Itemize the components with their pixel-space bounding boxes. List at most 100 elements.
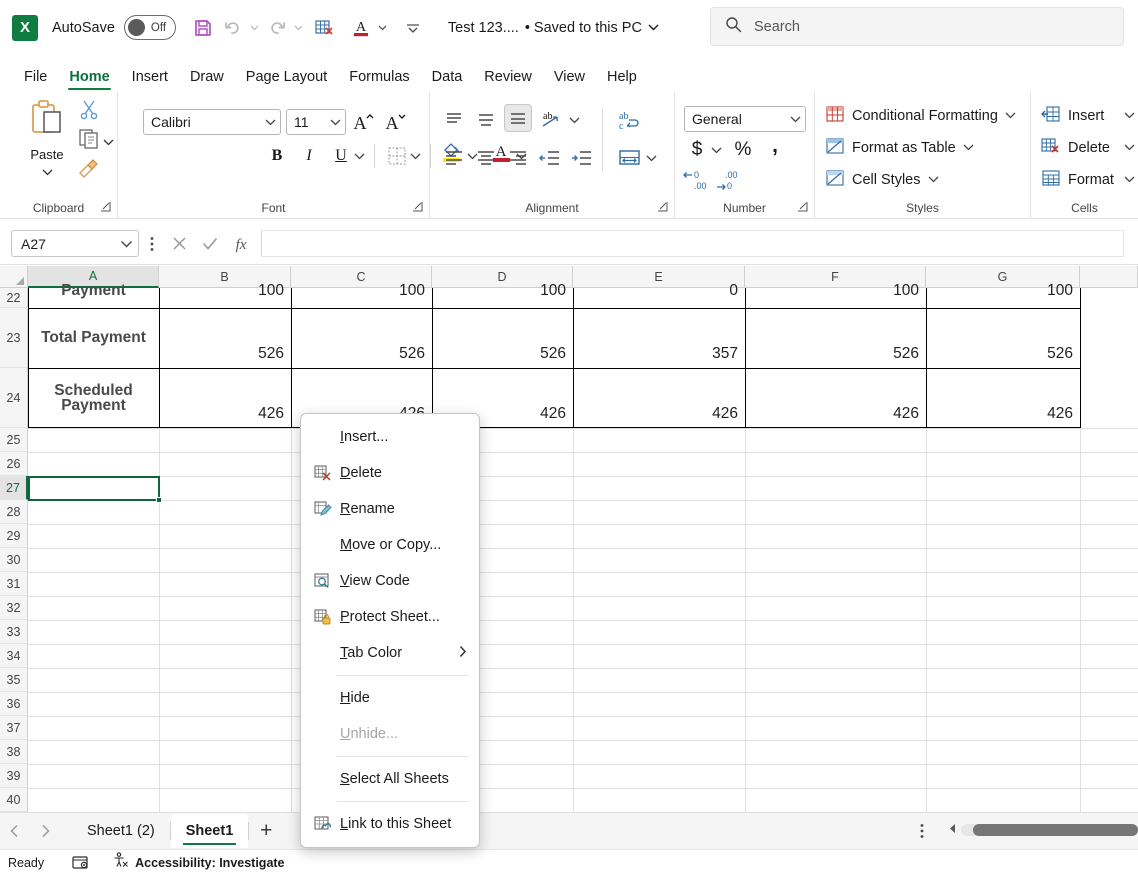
font-size-select[interactable]: 11 [286, 109, 346, 135]
align-bottom-button[interactable] [504, 104, 532, 132]
context-menu-item-hide[interactable]: Hide [301, 680, 479, 716]
orientation-button[interactable]: ab [538, 106, 566, 134]
select-all-corner[interactable] [0, 266, 28, 288]
cell-g22[interactable]: 100 [927, 274, 1079, 308]
chevron-right-icon[interactable] [30, 816, 60, 846]
cell-g23[interactable]: 526 [927, 309, 1079, 367]
cell-a22[interactable]: Payment [28, 274, 159, 308]
tab-home[interactable]: Home [58, 70, 120, 93]
row-header-29[interactable]: 29 [0, 524, 28, 548]
align-left-button[interactable] [440, 144, 468, 172]
tab-view[interactable]: View [543, 70, 596, 93]
cell-d23[interactable]: 526 [433, 309, 572, 367]
increase-decimal-button[interactable]: .000 [713, 166, 741, 194]
cell-e22[interactable]: 0 [574, 274, 744, 308]
cell-d22[interactable]: 100 [433, 274, 572, 308]
row-header-36[interactable]: 36 [0, 692, 28, 716]
format-cells-button[interactable]: Format [1041, 166, 1137, 193]
cell-c22[interactable]: 100 [292, 274, 431, 308]
row-header-33[interactable]: 33 [0, 620, 28, 644]
context-menu-item-insert[interactable]: IInsert...nsert... [301, 419, 479, 455]
cell-f23[interactable]: 526 [746, 309, 925, 367]
increase-indent-button[interactable] [568, 144, 596, 172]
format-as-table-button[interactable]: Format as Table [825, 134, 974, 161]
accounting-format-button[interactable]: $ [683, 136, 711, 164]
row-header-27[interactable]: 27 [0, 476, 28, 500]
delete-cells-button[interactable]: Delete [1041, 134, 1137, 161]
confirm-icon[interactable] [196, 230, 224, 257]
underline-dropdown-chevron-icon[interactable] [352, 142, 366, 170]
context-menu-item-delete[interactable]: Delete [301, 455, 479, 491]
row-header-38[interactable]: 38 [0, 740, 28, 764]
alignment-dialog-launcher[interactable] [657, 201, 668, 215]
format-painter-button[interactable] [76, 156, 100, 183]
percent-format-button[interactable]: % [729, 136, 757, 164]
row-header-30[interactable]: 30 [0, 548, 28, 572]
insert-cells-button[interactable]: Insert [1041, 102, 1137, 129]
name-box[interactable]: A27 [11, 230, 139, 257]
undo-icon[interactable] [218, 13, 248, 43]
column-header-h[interactable] [1080, 266, 1138, 288]
fill-handle[interactable] [156, 497, 162, 503]
context-menu-item-protect-sheet[interactable]: Protect Sheet... [301, 599, 479, 635]
sheet-options-icon[interactable] [920, 823, 924, 844]
cell-styles-chevron-icon[interactable] [928, 174, 939, 186]
increase-font-size-button[interactable]: A [350, 108, 378, 136]
cell-b22[interactable]: 100 [160, 274, 290, 308]
paste-dropdown-chevron-icon[interactable] [42, 163, 53, 181]
context-menu-item-link-to-this-sheet[interactable]: Link to this Sheet [301, 806, 479, 842]
decrease-font-size-button[interactable]: A [382, 108, 410, 136]
wrap-text-button[interactable]: abc [614, 106, 642, 134]
tab-file[interactable]: File [13, 70, 58, 93]
record-macro-icon[interactable] [72, 855, 90, 871]
undo-dropdown-chevron-icon[interactable] [248, 13, 262, 43]
cell-e24[interactable]: 426 [574, 369, 744, 427]
context-menu-item-tab-color[interactable]: Tab Color [301, 635, 479, 671]
orientation-dropdown-chevron-icon[interactable] [567, 106, 581, 134]
number-format-select[interactable]: General [684, 106, 806, 132]
align-top-button[interactable] [440, 106, 468, 134]
italic-button[interactable]: I [295, 142, 323, 170]
cut-button[interactable] [78, 98, 100, 125]
cell-f22[interactable]: 100 [746, 274, 925, 308]
decrease-decimal-button[interactable]: 0.00 [680, 166, 708, 194]
cell-styles-button[interactable]: Cell Styles [825, 166, 939, 193]
tab-page-layout[interactable]: Page Layout [235, 70, 338, 93]
tab-insert[interactable]: Insert [121, 70, 179, 93]
tab-formulas[interactable]: Formulas [338, 70, 420, 93]
tab-data[interactable]: Data [421, 70, 474, 93]
redo-icon[interactable] [262, 13, 292, 43]
insert-function-icon[interactable]: fx [227, 230, 255, 257]
customize-quick-access-toolbar-icon[interactable] [398, 13, 428, 43]
conditional-formatting-button[interactable]: Conditional Formatting [825, 102, 1016, 129]
redo-dropdown-chevron-icon[interactable] [292, 13, 306, 43]
copy-button[interactable] [78, 128, 102, 155]
row-header-22[interactable]: 22 [0, 288, 28, 308]
merge-and-center-button[interactable] [616, 144, 644, 172]
row-header-25[interactable]: 25 [0, 428, 28, 452]
row-header-39[interactable]: 39 [0, 764, 28, 788]
borders-dropdown-chevron-icon[interactable] [408, 142, 422, 170]
font-color-dropdown-chevron-icon[interactable] [376, 13, 390, 43]
cell-g24[interactable]: 426 [927, 369, 1079, 427]
font-dialog-launcher[interactable] [412, 201, 423, 215]
format-cells-chevron-icon[interactable] [1124, 174, 1135, 186]
align-right-button[interactable] [504, 144, 532, 172]
sheet-tab-sheet1[interactable]: Sheet1 [171, 814, 249, 848]
row-header-26[interactable]: 26 [0, 452, 28, 476]
document-title-area[interactable]: Test 123.... • Saved to this PC [448, 20, 659, 36]
accounting-dropdown-chevron-icon[interactable] [709, 136, 723, 164]
context-menu-item-move-or-copy[interactable]: Move or Copy... [301, 527, 479, 563]
cell-a24[interactable]: Scheduled Payment [28, 369, 159, 427]
delete-cells-chevron-icon[interactable] [1124, 142, 1135, 154]
align-middle-button[interactable] [472, 106, 500, 134]
autosave-toggle[interactable]: Off [124, 15, 176, 40]
context-menu-item-select-all-sheets[interactable]: Select All Sheets [301, 761, 479, 797]
save-icon[interactable] [188, 13, 218, 43]
align-center-button[interactable] [472, 144, 500, 172]
context-menu-item-rename[interactable]: Rename [301, 491, 479, 527]
conditional-formatting-chevron-icon[interactable] [1005, 110, 1016, 122]
number-dialog-launcher[interactable] [797, 201, 808, 215]
document-title-chevron-icon[interactable] [648, 22, 659, 34]
search-input[interactable]: Search [710, 7, 1124, 46]
